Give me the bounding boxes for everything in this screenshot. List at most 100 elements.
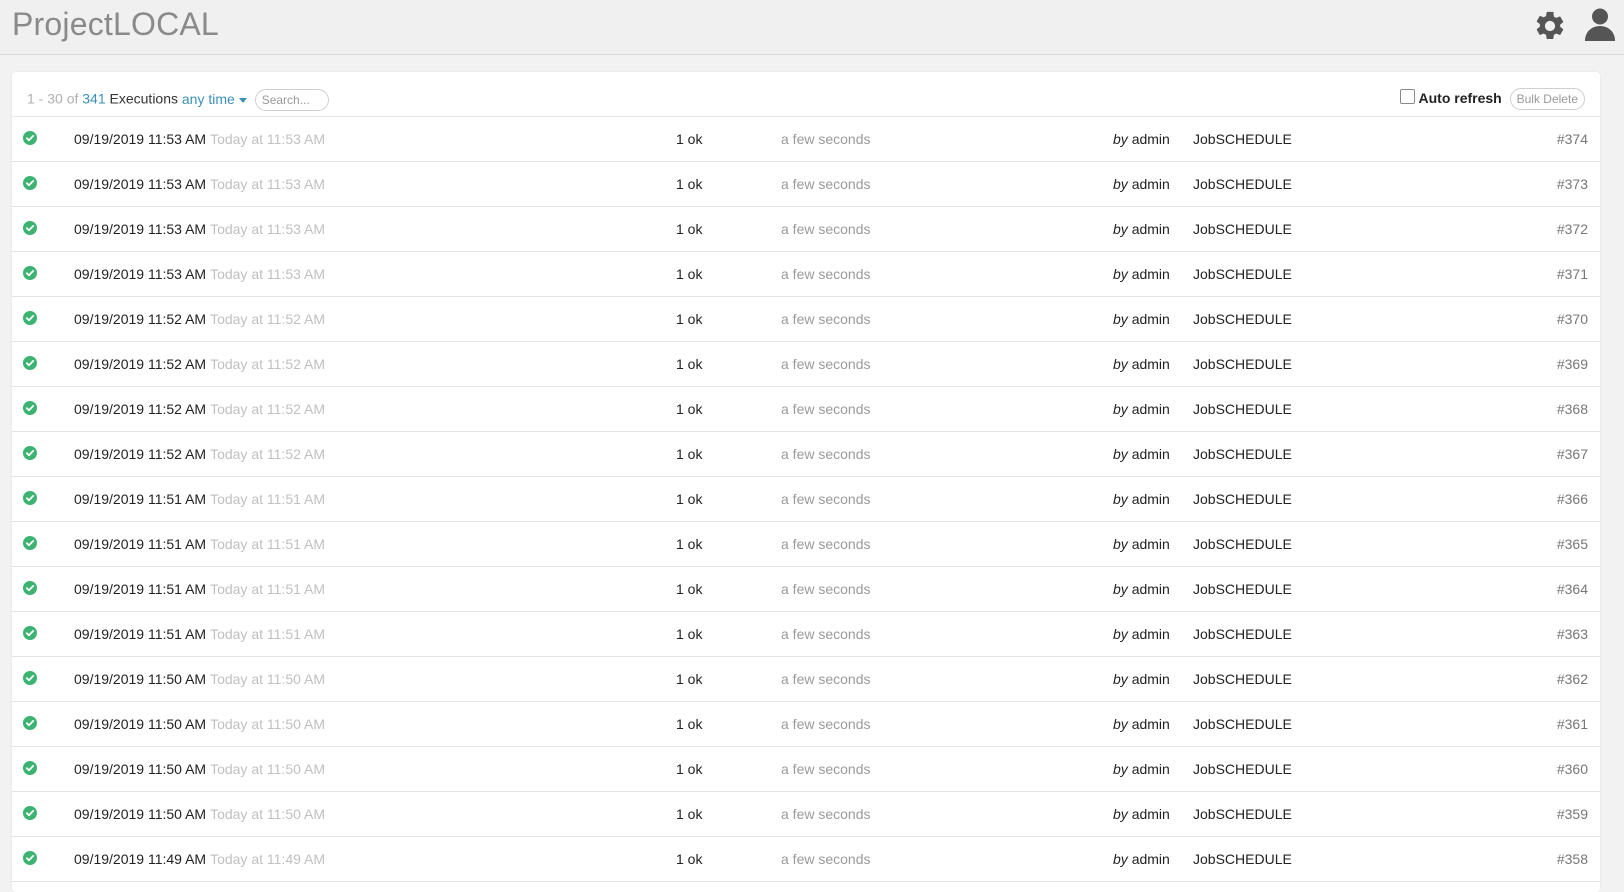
execution-row[interactable]: 09/19/2019 11:52 AM Today at 11:52 AM 1 ok… — [12, 387, 1600, 432]
execution-timestamp: 09/19/2019 11:51 AM Today at 11:51 AM — [74, 491, 325, 507]
execution-row[interactable]: 09/19/2019 11:51 AM Today at 11:51 AM 1 ok… — [12, 477, 1600, 522]
execution-job-name[interactable]: JobSCHEDULE — [1193, 761, 1292, 777]
execution-row[interactable]: 09/19/2019 11:51 AM Today at 11:51 AM 1 ok… — [12, 567, 1600, 612]
execution-row[interactable]: 09/19/2019 11:51 AM Today at 11:51 AM 1 ok… — [12, 612, 1600, 657]
bulk-delete-button[interactable]: Bulk Delete — [1509, 88, 1585, 110]
execution-row[interactable]: 09/19/2019 11:53 AM Today at 11:53 AM 1 ok… — [12, 162, 1600, 207]
execution-row[interactable]: 09/19/2019 11:53 AM Today at 11:53 AM 1 ok… — [12, 207, 1600, 252]
execution-username: admin — [1131, 176, 1170, 192]
execution-timestamp: 09/19/2019 11:50 AM Today at 11:50 AM — [74, 806, 325, 822]
by-label: by — [1113, 221, 1128, 237]
execution-job-name[interactable]: JobSCHEDULE — [1193, 446, 1292, 462]
execution-job-name[interactable]: JobSCHEDULE — [1193, 401, 1292, 417]
check-circle-icon — [23, 266, 37, 280]
execution-job-name[interactable]: JobSCHEDULE — [1193, 851, 1292, 867]
execution-id[interactable]: #363 — [1557, 626, 1588, 642]
execution-job-name[interactable]: JobSCHEDULE — [1193, 176, 1292, 192]
execution-date: 09/19/2019 11:53 AM — [74, 176, 207, 192]
search-input[interactable] — [254, 89, 329, 111]
execution-row[interactable]: 09/19/2019 11:52 AM Today at 11:52 AM 1 ok… — [12, 342, 1600, 387]
execution-id[interactable]: #358 — [1557, 851, 1588, 867]
execution-job-name[interactable]: JobSCHEDULE — [1193, 131, 1292, 147]
execution-job-name[interactable]: JobSCHEDULE — [1193, 581, 1292, 597]
execution-timestamp: 09/19/2019 11:51 AM Today at 11:51 AM — [74, 626, 325, 642]
execution-user: by admin — [1113, 266, 1170, 282]
execution-timestamp: 09/19/2019 11:52 AM Today at 11:52 AM — [74, 356, 325, 372]
execution-relative-time: Today at 11:52 AM — [210, 401, 326, 417]
execution-timestamp: 09/19/2019 11:53 AM Today at 11:53 AM — [74, 131, 325, 147]
by-label: by — [1113, 446, 1128, 462]
execution-id[interactable]: #361 — [1557, 716, 1588, 732]
execution-username: admin — [1131, 851, 1170, 867]
execution-id[interactable]: #366 — [1557, 491, 1588, 507]
execution-row[interactable]: 09/19/2019 11:50 AM Today at 11:50 AM 1 ok… — [12, 702, 1600, 747]
execution-date: 09/19/2019 11:53 AM — [74, 221, 207, 237]
execution-result: 1 ok — [676, 536, 703, 552]
execution-id[interactable]: #368 — [1557, 401, 1588, 417]
executions-summary: 1 - 30 of 341 Executions any time — [27, 89, 329, 111]
execution-id[interactable]: #371 — [1557, 266, 1588, 282]
check-circle-icon — [23, 806, 37, 820]
gear-icon[interactable] — [1533, 9, 1567, 43]
auto-refresh-checkbox[interactable] — [1399, 89, 1415, 104]
execution-id[interactable]: #359 — [1557, 806, 1588, 822]
execution-timestamp: 09/19/2019 11:52 AM Today at 11:52 AM — [74, 401, 325, 417]
execution-row[interactable]: 09/19/2019 11:50 AM Today at 11:50 AM 1 ok… — [12, 792, 1600, 837]
execution-id[interactable]: #369 — [1557, 356, 1588, 372]
by-label: by — [1113, 626, 1128, 642]
execution-user: by admin — [1113, 671, 1170, 687]
by-label: by — [1113, 356, 1128, 372]
execution-user: by admin — [1113, 716, 1170, 732]
execution-job-name[interactable]: JobSCHEDULE — [1193, 806, 1292, 822]
execution-date: 09/19/2019 11:51 AM — [74, 491, 207, 507]
execution-row[interactable]: 09/19/2019 11:52 AM Today at 11:52 AM 1 ok… — [12, 432, 1600, 477]
execution-row[interactable]: 09/19/2019 11:53 AM Today at 11:53 AM 1 ok… — [12, 252, 1600, 297]
execution-relative-time: Today at 11:50 AM — [210, 671, 326, 687]
total-count[interactable]: 341 — [82, 91, 105, 107]
by-label: by — [1113, 581, 1128, 597]
execution-result: 1 ok — [676, 716, 703, 732]
execution-job-name[interactable]: JobSCHEDULE — [1193, 716, 1292, 732]
execution-row[interactable]: 09/19/2019 11:50 AM Today at 11:50 AM 1 ok… — [12, 657, 1600, 702]
execution-row[interactable]: 09/19/2019 11:49 AM Today at 11:49 AM 1 ok… — [12, 837, 1600, 882]
execution-username: admin — [1131, 716, 1170, 732]
execution-id[interactable]: #362 — [1557, 671, 1588, 687]
execution-job-name[interactable]: JobSCHEDULE — [1193, 266, 1292, 282]
execution-job-name[interactable]: JobSCHEDULE — [1193, 356, 1292, 372]
execution-job-name[interactable]: JobSCHEDULE — [1193, 671, 1292, 687]
by-label: by — [1113, 401, 1128, 417]
execution-result: 1 ok — [676, 761, 703, 777]
check-circle-icon — [23, 221, 37, 235]
execution-relative-time: Today at 11:50 AM — [210, 761, 326, 777]
check-circle-icon — [23, 761, 37, 775]
execution-row[interactable]: 09/19/2019 11:53 AM Today at 11:53 AM 1 ok… — [12, 117, 1600, 162]
execution-job-name[interactable]: JobSCHEDULE — [1193, 626, 1292, 642]
execution-duration: a few seconds — [781, 311, 871, 327]
user-icon[interactable] — [1584, 7, 1616, 41]
execution-row[interactable]: 09/19/2019 11:51 AM Today at 11:51 AM 1 ok… — [12, 522, 1600, 567]
time-filter-dropdown[interactable]: any time — [182, 91, 247, 107]
auto-refresh-label[interactable]: Auto refresh — [1419, 90, 1502, 106]
execution-id[interactable]: #364 — [1557, 581, 1588, 597]
execution-id[interactable]: #365 — [1557, 536, 1588, 552]
execution-job-name[interactable]: JobSCHEDULE — [1193, 311, 1292, 327]
execution-date: 09/19/2019 11:52 AM — [74, 311, 207, 327]
execution-result: 1 ok — [676, 806, 703, 822]
execution-id[interactable]: #360 — [1557, 761, 1588, 777]
execution-id[interactable]: #367 — [1557, 446, 1588, 462]
execution-job-name[interactable]: JobSCHEDULE — [1193, 491, 1292, 507]
app-title[interactable]: ProjectLOCAL — [12, 6, 219, 43]
execution-id[interactable]: #373 — [1557, 176, 1588, 192]
execution-id[interactable]: #372 — [1557, 221, 1588, 237]
execution-id[interactable]: #370 — [1557, 311, 1588, 327]
execution-date: 09/19/2019 11:50 AM — [74, 806, 207, 822]
execution-job-name[interactable]: JobSCHEDULE — [1193, 536, 1292, 552]
by-label: by — [1113, 851, 1128, 867]
execution-id[interactable]: #374 — [1557, 131, 1588, 147]
execution-job-name[interactable]: JobSCHEDULE — [1193, 221, 1292, 237]
execution-row[interactable]: 09/19/2019 11:50 AM Today at 11:50 AM 1 ok… — [12, 747, 1600, 792]
execution-result: 1 ok — [676, 851, 703, 867]
execution-date: 09/19/2019 11:51 AM — [74, 626, 207, 642]
execution-row[interactable]: 09/19/2019 11:52 AM Today at 11:52 AM 1 ok… — [12, 297, 1600, 342]
execution-username: admin — [1131, 626, 1170, 642]
